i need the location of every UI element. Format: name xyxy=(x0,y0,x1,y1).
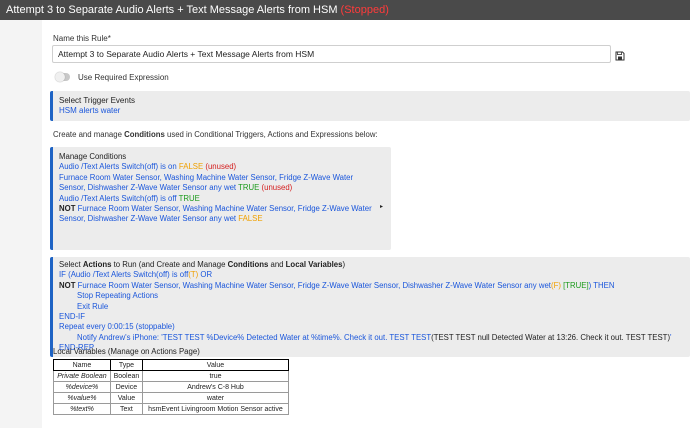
condition-item: NOT Furnace Room Water Sensor, Washing M… xyxy=(59,204,372,214)
action-line: Exit Rule xyxy=(77,301,109,311)
required-expression-toggle[interactable] xyxy=(55,72,70,82)
variable-value: Andrew's C-8 Hub xyxy=(141,381,290,393)
floppy-disk-icon[interactable] xyxy=(615,51,625,61)
trigger-event-value: HSM alerts water xyxy=(59,106,121,115)
page-title: Attempt 3 to Separate Audio Alerts + Tex… xyxy=(6,4,338,16)
left-gutter xyxy=(0,20,42,428)
local-variables-table: Name Type Value Private Boolean Boolean … xyxy=(53,359,290,415)
title-bar: Attempt 3 to Separate Audio Alerts + Tex… xyxy=(0,0,690,20)
action-line: END-IF xyxy=(59,312,85,322)
variable-type: Value xyxy=(109,392,143,404)
manage-conditions-panel[interactable]: Manage Conditions Audio /Text Alerts Swi… xyxy=(50,147,391,250)
condition-item: Audio /Text Alerts Switch(off) is on FAL… xyxy=(59,162,237,172)
variable-value: water xyxy=(141,392,290,404)
variable-value: hsmEvent Livingroom Motion Sensor active xyxy=(141,403,290,415)
action-line: NOT Furnace Room Water Sensor, Washing M… xyxy=(59,280,615,290)
rule-editor: Name this Rule* Attempt 3 to Separate Au… xyxy=(50,20,690,428)
table-row: %device% Device Andrew's C-8 Hub xyxy=(53,381,290,393)
actions-panel[interactable]: Select Actions to Run (and Create and Ma… xyxy=(50,257,690,357)
action-line: IF (Audio /Text Alerts Switch(off) is of… xyxy=(59,270,213,280)
column-header: Value xyxy=(141,359,290,371)
condition-item: Sensor, Dishwasher Z-Wave Water Sensor a… xyxy=(59,214,263,224)
action-line: Stop Repeating Actions xyxy=(77,291,159,301)
required-expression-label: Use Required Expression xyxy=(78,73,169,82)
expand-arrow-icon: ▸ xyxy=(380,204,384,210)
variable-name: %text% xyxy=(53,403,111,415)
variable-value: true xyxy=(141,370,290,382)
condition-item: Audio /Text Alerts Switch(off) is off TR… xyxy=(59,193,200,203)
trigger-events-heading: Select Trigger Events xyxy=(59,96,136,105)
variable-type: Text xyxy=(109,403,143,415)
column-header: Type xyxy=(109,359,143,371)
variable-name: %value% xyxy=(53,392,111,404)
condition-item: Furnace Room Water Sensor, Washing Machi… xyxy=(59,172,354,182)
condition-item: Sensor, Dishwasher Z-Wave Water Sensor a… xyxy=(59,183,293,193)
action-line: Repeat every 0:00:15 (stoppable) xyxy=(59,322,175,332)
table-row: %value% Value water xyxy=(53,392,290,404)
variable-name: Private Boolean xyxy=(53,370,111,382)
action-line: Notify Andrew's iPhone: 'TEST TEST %Devi… xyxy=(77,332,672,342)
actions-heading: Select Actions to Run (and Create and Ma… xyxy=(59,260,346,269)
variable-type: Device xyxy=(109,381,143,393)
rule-name-input[interactable]: Attempt 3 to Separate Audio Alerts + Tex… xyxy=(52,45,611,63)
conditions-intro: Create and manage Conditions used in Con… xyxy=(53,130,378,139)
column-header: Name xyxy=(53,359,111,371)
local-variables-title: Local Variables (Manage on Actions Page) xyxy=(53,347,200,356)
variable-name: %device% xyxy=(53,381,111,393)
trigger-events-panel[interactable]: Select Trigger Events HSM alerts water xyxy=(50,91,690,121)
manage-conditions-heading: Manage Conditions xyxy=(59,152,127,161)
table-row: %text% Text hsmEvent Livingroom Motion S… xyxy=(53,403,290,415)
table-row: Private Boolean Boolean true xyxy=(53,370,290,382)
rule-name-label: Name this Rule* xyxy=(53,34,111,43)
rule-status: (Stopped) xyxy=(340,4,389,16)
variable-type: Boolean xyxy=(109,370,143,382)
